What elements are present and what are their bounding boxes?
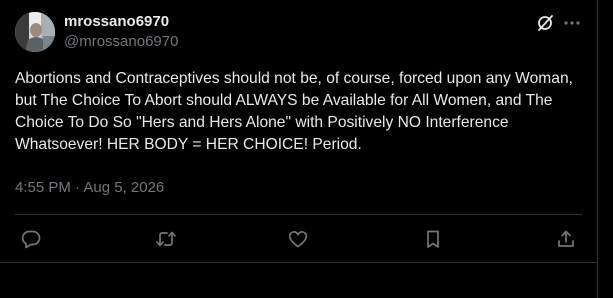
grok-icon[interactable] — [536, 14, 554, 32]
like-icon[interactable] — [287, 228, 309, 250]
bottom-border — [0, 262, 597, 263]
share-icon[interactable] — [555, 228, 577, 250]
display-name[interactable]: mrossano6970 — [64, 13, 169, 31]
avatar[interactable] — [15, 12, 55, 52]
user-handle[interactable]: @mrossano6970 — [64, 33, 178, 51]
reply-icon[interactable] — [20, 228, 42, 250]
divider — [15, 214, 582, 215]
bookmark-icon[interactable] — [422, 228, 444, 250]
tweet-timestamp[interactable]: 4:55 PM · Aug 5, 2026 — [15, 178, 164, 198]
tweet-detail: mrossano6970 @mrossano6970 Abortions and… — [0, 0, 613, 298]
tweet-text: Abortions and Contraceptives should not … — [15, 70, 573, 153]
retweet-icon[interactable] — [155, 228, 177, 250]
column-border — [597, 0, 598, 298]
more-icon[interactable] — [562, 13, 582, 33]
